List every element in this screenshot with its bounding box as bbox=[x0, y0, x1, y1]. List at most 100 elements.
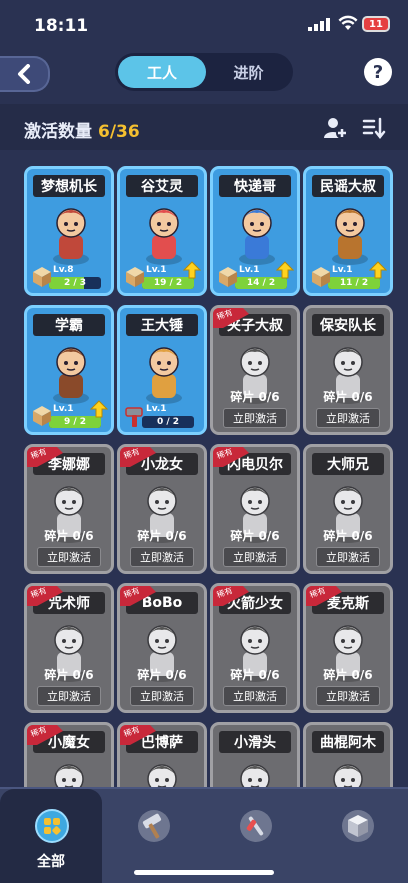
worker-name: 梦想机长 bbox=[33, 175, 105, 197]
fragment-count: 0 / 2 bbox=[156, 417, 180, 427]
activate-button[interactable]: 立即激活 bbox=[316, 686, 380, 706]
worker-card[interactable]: 稀有 小龙女 碎片 0/6 立即激活 bbox=[117, 444, 207, 574]
rare-ribbon: 稀有 bbox=[213, 586, 249, 606]
nav-hammer[interactable] bbox=[102, 789, 204, 883]
worker-card[interactable]: 稀有 李娜娜 碎片 0/6 立即激活 bbox=[24, 444, 114, 574]
rare-ribbon: 稀有 bbox=[120, 725, 156, 745]
worker-card[interactable]: 快递哥 Lv.1 14 / 2 bbox=[210, 166, 300, 296]
fragment-count: 2 / 3 bbox=[63, 278, 87, 288]
worker-portrait bbox=[146, 347, 182, 404]
worker-card[interactable]: 稀有 BoBo 碎片 0/6 立即激活 bbox=[117, 583, 207, 713]
upgrade-arrow-icon bbox=[90, 400, 108, 418]
fragment-box-icon bbox=[33, 406, 51, 426]
wifi-icon bbox=[338, 15, 358, 30]
worker-portrait bbox=[54, 764, 84, 787]
nav-cube[interactable] bbox=[306, 789, 408, 883]
worker-name: 大师兄 bbox=[312, 453, 384, 475]
upgrade-arrow-icon bbox=[183, 261, 201, 279]
activation-bar: 激活数量 6/36 bbox=[0, 104, 408, 150]
worker-card[interactable]: 谷艾灵 Lv.1 19 / 2 bbox=[117, 166, 207, 296]
worker-name: 王大锤 bbox=[126, 314, 198, 336]
worker-level: Lv.1 bbox=[146, 265, 167, 275]
nav-wrench[interactable] bbox=[204, 789, 306, 883]
worker-portrait bbox=[333, 764, 363, 787]
worker-name: 小滑头 bbox=[219, 731, 291, 753]
worker-level: Lv.1 bbox=[239, 265, 260, 275]
sort-icon[interactable] bbox=[362, 116, 386, 140]
rare-ribbon: 稀有 bbox=[213, 447, 249, 467]
worker-card[interactable]: 民谣大叔 Lv.1 11 / 2 bbox=[303, 166, 393, 296]
worker-portrait bbox=[332, 208, 368, 265]
worker-name: 民谣大叔 bbox=[312, 175, 384, 197]
hammer-icon bbox=[125, 407, 143, 427]
worker-card[interactable]: 稀有 麦克斯 碎片 0/6 立即激活 bbox=[303, 583, 393, 713]
worker-portrait bbox=[53, 347, 89, 404]
fragment-count: 碎片 0/6 bbox=[137, 529, 187, 543]
tab-advance[interactable]: 进阶 bbox=[207, 56, 290, 88]
status-bar: 18:11 11 bbox=[0, 0, 408, 50]
activate-button[interactable]: 立即激活 bbox=[223, 686, 287, 706]
rare-ribbon: 稀有 bbox=[27, 447, 63, 467]
upgrade-arrow-icon bbox=[369, 261, 387, 279]
activation-value: 6/36 bbox=[98, 122, 140, 142]
activate-button[interactable]: 立即激活 bbox=[130, 547, 194, 567]
worker-name: 保安队长 bbox=[312, 314, 384, 336]
nav-all[interactable]: 全部 bbox=[0, 789, 102, 883]
worker-grid: 梦想机长 Lv.8 2 / 3 谷艾灵 Lv.1 19 / 2 快递哥 Lv.1 14 / 2民… bbox=[0, 150, 408, 787]
rare-ribbon: 稀有 bbox=[306, 586, 342, 606]
fragment-count: 碎片 0/6 bbox=[44, 529, 94, 543]
activate-button[interactable]: 立即激活 bbox=[37, 547, 101, 567]
rare-ribbon: 稀有 bbox=[213, 308, 249, 328]
fragment-count: 碎片 0/6 bbox=[323, 529, 373, 543]
activate-button[interactable]: 立即激活 bbox=[316, 408, 380, 428]
worker-card[interactable]: 稀有 夹子大叔 碎片 0/6 立即激活 bbox=[210, 305, 300, 435]
fragment-count: 碎片 0/6 bbox=[323, 668, 373, 682]
fragment-box-icon bbox=[312, 267, 330, 287]
worker-portrait bbox=[147, 764, 177, 787]
worker-name: 曲棍阿木 bbox=[312, 731, 384, 753]
worker-card[interactable]: 大师兄碎片 0/6 立即激活 bbox=[303, 444, 393, 574]
worker-level: Lv.1 bbox=[146, 404, 167, 414]
upgrade-arrow-icon bbox=[276, 261, 294, 279]
worker-card[interactable]: 王大锤 Lv.1 0 / 2 bbox=[117, 305, 207, 435]
tab-workers[interactable]: 工人 bbox=[118, 56, 206, 88]
fragment-box-icon bbox=[219, 267, 237, 287]
rare-ribbon: 稀有 bbox=[27, 725, 63, 745]
cube-icon bbox=[342, 810, 374, 842]
activate-button[interactable]: 立即激活 bbox=[223, 408, 287, 428]
wrench-icon bbox=[240, 810, 272, 842]
fragment-count: 碎片 0/6 bbox=[44, 668, 94, 682]
worker-card[interactable]: 学霸 Lv.1 9 / 2 bbox=[24, 305, 114, 435]
worker-level: Lv.1 bbox=[53, 404, 74, 414]
cellular-signal-icon bbox=[308, 18, 330, 31]
activate-button[interactable]: 立即激活 bbox=[316, 547, 380, 567]
worker-card[interactable]: 稀有 咒术师 碎片 0/6 立即激活 bbox=[24, 583, 114, 713]
worker-card[interactable]: 保安队长碎片 0/6 立即激活 bbox=[303, 305, 393, 435]
rare-ribbon: 稀有 bbox=[120, 586, 156, 606]
top-bar: 工人 进阶 ? bbox=[0, 50, 408, 98]
add-user-icon[interactable] bbox=[324, 116, 348, 140]
worker-card[interactable]: 稀有 火箭少女 碎片 0/6 立即激活 bbox=[210, 583, 300, 713]
rare-ribbon: 稀有 bbox=[27, 586, 63, 606]
activation-count: 激活数量 6/36 bbox=[24, 117, 140, 142]
rare-ribbon: 稀有 bbox=[120, 447, 156, 467]
worker-name: 快递哥 bbox=[219, 175, 291, 197]
activate-button[interactable]: 立即激活 bbox=[37, 686, 101, 706]
worker-card[interactable]: 稀有 巴博萨 bbox=[117, 722, 207, 787]
worker-card[interactable]: 稀有 小魔女 bbox=[24, 722, 114, 787]
activate-button[interactable]: 立即激活 bbox=[223, 547, 287, 567]
help-button[interactable]: ? bbox=[364, 58, 392, 86]
worker-card[interactable]: 小滑头 bbox=[210, 722, 300, 787]
worker-card[interactable]: 梦想机长 Lv.8 2 / 3 bbox=[24, 166, 114, 296]
worker-portrait bbox=[240, 764, 270, 787]
activate-button[interactable]: 立即激活 bbox=[130, 686, 194, 706]
worker-card[interactable]: 曲棍阿木 bbox=[303, 722, 393, 787]
fragment-count: 碎片 0/6 bbox=[230, 668, 280, 682]
fragment-count: 碎片 0/6 bbox=[137, 668, 187, 682]
worker-portrait bbox=[53, 208, 89, 265]
worker-card[interactable]: 稀有 闪电贝尔 碎片 0/6 立即激活 bbox=[210, 444, 300, 574]
fragment-count: 碎片 0/6 bbox=[323, 390, 373, 404]
worker-portrait bbox=[239, 208, 275, 265]
fragment-count: 碎片 0/6 bbox=[230, 529, 280, 543]
back-button[interactable] bbox=[0, 56, 50, 92]
